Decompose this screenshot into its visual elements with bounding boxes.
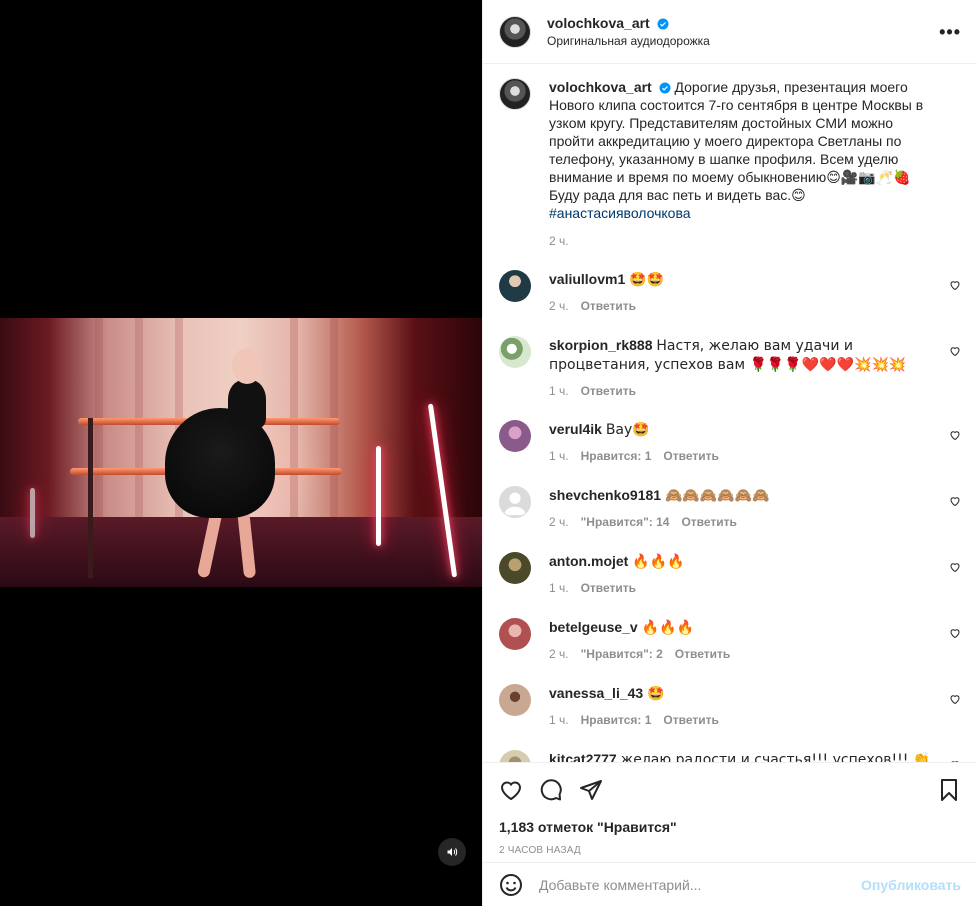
comment-likes-count[interactable]: "Нравится": 14 xyxy=(581,515,670,529)
comment-likes-count[interactable]: Нравится: 1 xyxy=(581,449,652,463)
media-panel[interactable] xyxy=(0,0,482,906)
commenter-username[interactable]: shevchenko9181 xyxy=(549,487,661,503)
post-header: volochkova_art Оригинальная аудиодорожка… xyxy=(483,0,977,64)
dancer-torso xyxy=(228,380,266,428)
commenter-username[interactable]: betelgeuse_v xyxy=(549,619,638,635)
comment-time: 2 ч. xyxy=(549,299,569,313)
comment-item: shevchenko9181 🙈🙈🙈🙈🙈🙈 2 ч. "Нравится": 14… xyxy=(499,486,961,532)
comment-like-heart-icon[interactable] xyxy=(949,429,961,441)
reply-button[interactable]: Ответить xyxy=(675,647,730,661)
audio-track-link[interactable]: Оригинальная аудиодорожка xyxy=(547,34,710,48)
post-caption: volochkova_art Дорогие друзья, презентац… xyxy=(499,78,961,250)
default-user-icon xyxy=(503,492,527,516)
heart-icon xyxy=(500,781,522,801)
post-timestamp[interactable]: 2 ЧАСОВ НАЗАД xyxy=(499,845,961,856)
comment-item: anton.mojet 🔥🔥🔥 1 ч. Ответить xyxy=(499,552,961,598)
author-info: volochkova_art Оригинальная аудиодорожка xyxy=(547,15,710,48)
neon-light xyxy=(30,488,35,538)
paper-plane-icon xyxy=(580,780,602,800)
comment-text: 🔥🔥🔥 xyxy=(641,620,694,636)
comment-button[interactable] xyxy=(539,778,563,802)
caption-time: 2 ч. xyxy=(549,234,569,248)
likes-count[interactable]: 1,183 отметок "Нравится" xyxy=(499,819,961,835)
comment-text: Вау🤩 xyxy=(605,422,650,438)
dancer-head xyxy=(232,348,262,384)
comment-time: 1 ч. xyxy=(549,384,569,398)
audio-toggle-button[interactable] xyxy=(438,838,466,866)
verified-badge-icon xyxy=(657,18,669,30)
comment-like-heart-icon[interactable] xyxy=(949,495,961,507)
commenter-avatar-placeholder[interactable] xyxy=(499,486,531,518)
post-sidebar: volochkova_art Оригинальная аудиодорожка… xyxy=(482,0,977,906)
commenter-username[interactable]: verul4ik xyxy=(549,421,602,437)
commenter-username[interactable]: valiullovm1 xyxy=(549,271,625,287)
comment-like-heart-icon[interactable] xyxy=(949,693,961,705)
barre-post xyxy=(88,418,93,578)
comment-time: 1 ч. xyxy=(549,449,569,463)
verified-badge-icon xyxy=(659,82,671,94)
comment-item: kitcat2777 желаю радости и счастья!!! ус… xyxy=(499,750,961,762)
reply-button[interactable]: Ответить xyxy=(663,713,718,727)
like-button[interactable] xyxy=(499,778,523,802)
commenter-avatar[interactable] xyxy=(499,750,531,762)
action-icons-row xyxy=(499,763,961,817)
comment-time: 1 ч. xyxy=(549,581,569,595)
comment-text: 🤩🤩 xyxy=(629,272,665,288)
bookmark-icon xyxy=(941,779,957,801)
reply-button[interactable]: Ответить xyxy=(581,581,636,595)
comment-like-heart-icon[interactable] xyxy=(949,345,961,357)
comment-time: 2 ч. xyxy=(549,647,569,661)
comment-time: 2 ч. xyxy=(549,515,569,529)
add-comment-bar: Добавьте комментарий... Опубликовать xyxy=(483,862,977,906)
commenter-username[interactable]: skorpion_rk888 xyxy=(549,337,653,353)
comment-likes-count[interactable]: Нравится: 1 xyxy=(581,713,652,727)
commenter-avatar[interactable] xyxy=(499,270,531,302)
comment-like-heart-icon[interactable] xyxy=(949,279,961,291)
reply-button[interactable]: Ответить xyxy=(581,299,636,313)
speaker-icon xyxy=(447,848,458,856)
share-button[interactable] xyxy=(579,778,603,802)
comment-like-heart-icon[interactable] xyxy=(949,627,961,639)
commenter-username[interactable]: anton.mojet xyxy=(549,553,628,569)
save-button[interactable] xyxy=(937,778,961,802)
caption-author-username[interactable]: volochkova_art xyxy=(549,79,652,95)
video-player[interactable] xyxy=(0,318,482,587)
emoji-picker-icon[interactable] xyxy=(499,873,523,897)
more-options-button[interactable]: ••• xyxy=(939,22,961,43)
comment-item: valiullovm1 🤩🤩 2 ч. Ответить xyxy=(499,270,961,316)
comment-like-heart-icon[interactable] xyxy=(949,561,961,573)
commenter-avatar[interactable] xyxy=(499,552,531,584)
comment-input[interactable]: Добавьте комментарий... xyxy=(539,877,861,893)
reply-button[interactable]: Ответить xyxy=(681,515,736,529)
commenter-avatar[interactable] xyxy=(499,684,531,716)
reply-button[interactable]: Ответить xyxy=(663,449,718,463)
neon-light xyxy=(376,446,381,546)
commenter-username[interactable]: kitcat2777 xyxy=(549,751,617,762)
comment-item: vanessa_li_43 🤩 1 ч. Нравится: 1 Ответить xyxy=(499,684,961,730)
author-username[interactable]: volochkova_art xyxy=(547,15,650,31)
post-actions: 1,183 отметок "Нравится" 2 ЧАСОВ НАЗАД xyxy=(483,762,977,856)
comment-text: 🙈🙈🙈🙈🙈🙈 xyxy=(664,488,770,504)
author-avatar[interactable] xyxy=(499,15,531,48)
publish-button[interactable]: Опубликовать xyxy=(861,877,961,893)
caption-text: Дорогие друзья, презентация моего Нового… xyxy=(549,79,924,203)
comments-scroll-area[interactable]: volochkova_art Дорогие друзья, презентац… xyxy=(483,64,977,762)
comment-likes-count[interactable]: "Нравится": 2 xyxy=(581,647,663,661)
commenter-avatar[interactable] xyxy=(499,618,531,650)
comment-text: 🤩 xyxy=(647,686,665,702)
reply-button[interactable]: Ответить xyxy=(581,384,636,398)
comment-item: verul4ik Вау🤩 1 ч. Нравится: 1 Ответить xyxy=(499,420,961,466)
commenter-avatar[interactable] xyxy=(499,336,531,368)
caption-hashtag[interactable]: #анастасияволочкова xyxy=(549,205,691,221)
comment-time: 1 ч. xyxy=(549,713,569,727)
comment-item: skorpion_rk888 Настя, желаю вам удачи и … xyxy=(499,336,961,400)
comment-item: betelgeuse_v 🔥🔥🔥 2 ч. "Нравится": 2 Ответи… xyxy=(499,618,961,664)
commenter-username[interactable]: vanessa_li_43 xyxy=(549,685,643,701)
caption-author-avatar[interactable] xyxy=(499,78,531,110)
comment-text: 🔥🔥🔥 xyxy=(632,554,685,570)
commenter-avatar[interactable] xyxy=(499,420,531,452)
speech-bubble-icon xyxy=(540,779,562,801)
